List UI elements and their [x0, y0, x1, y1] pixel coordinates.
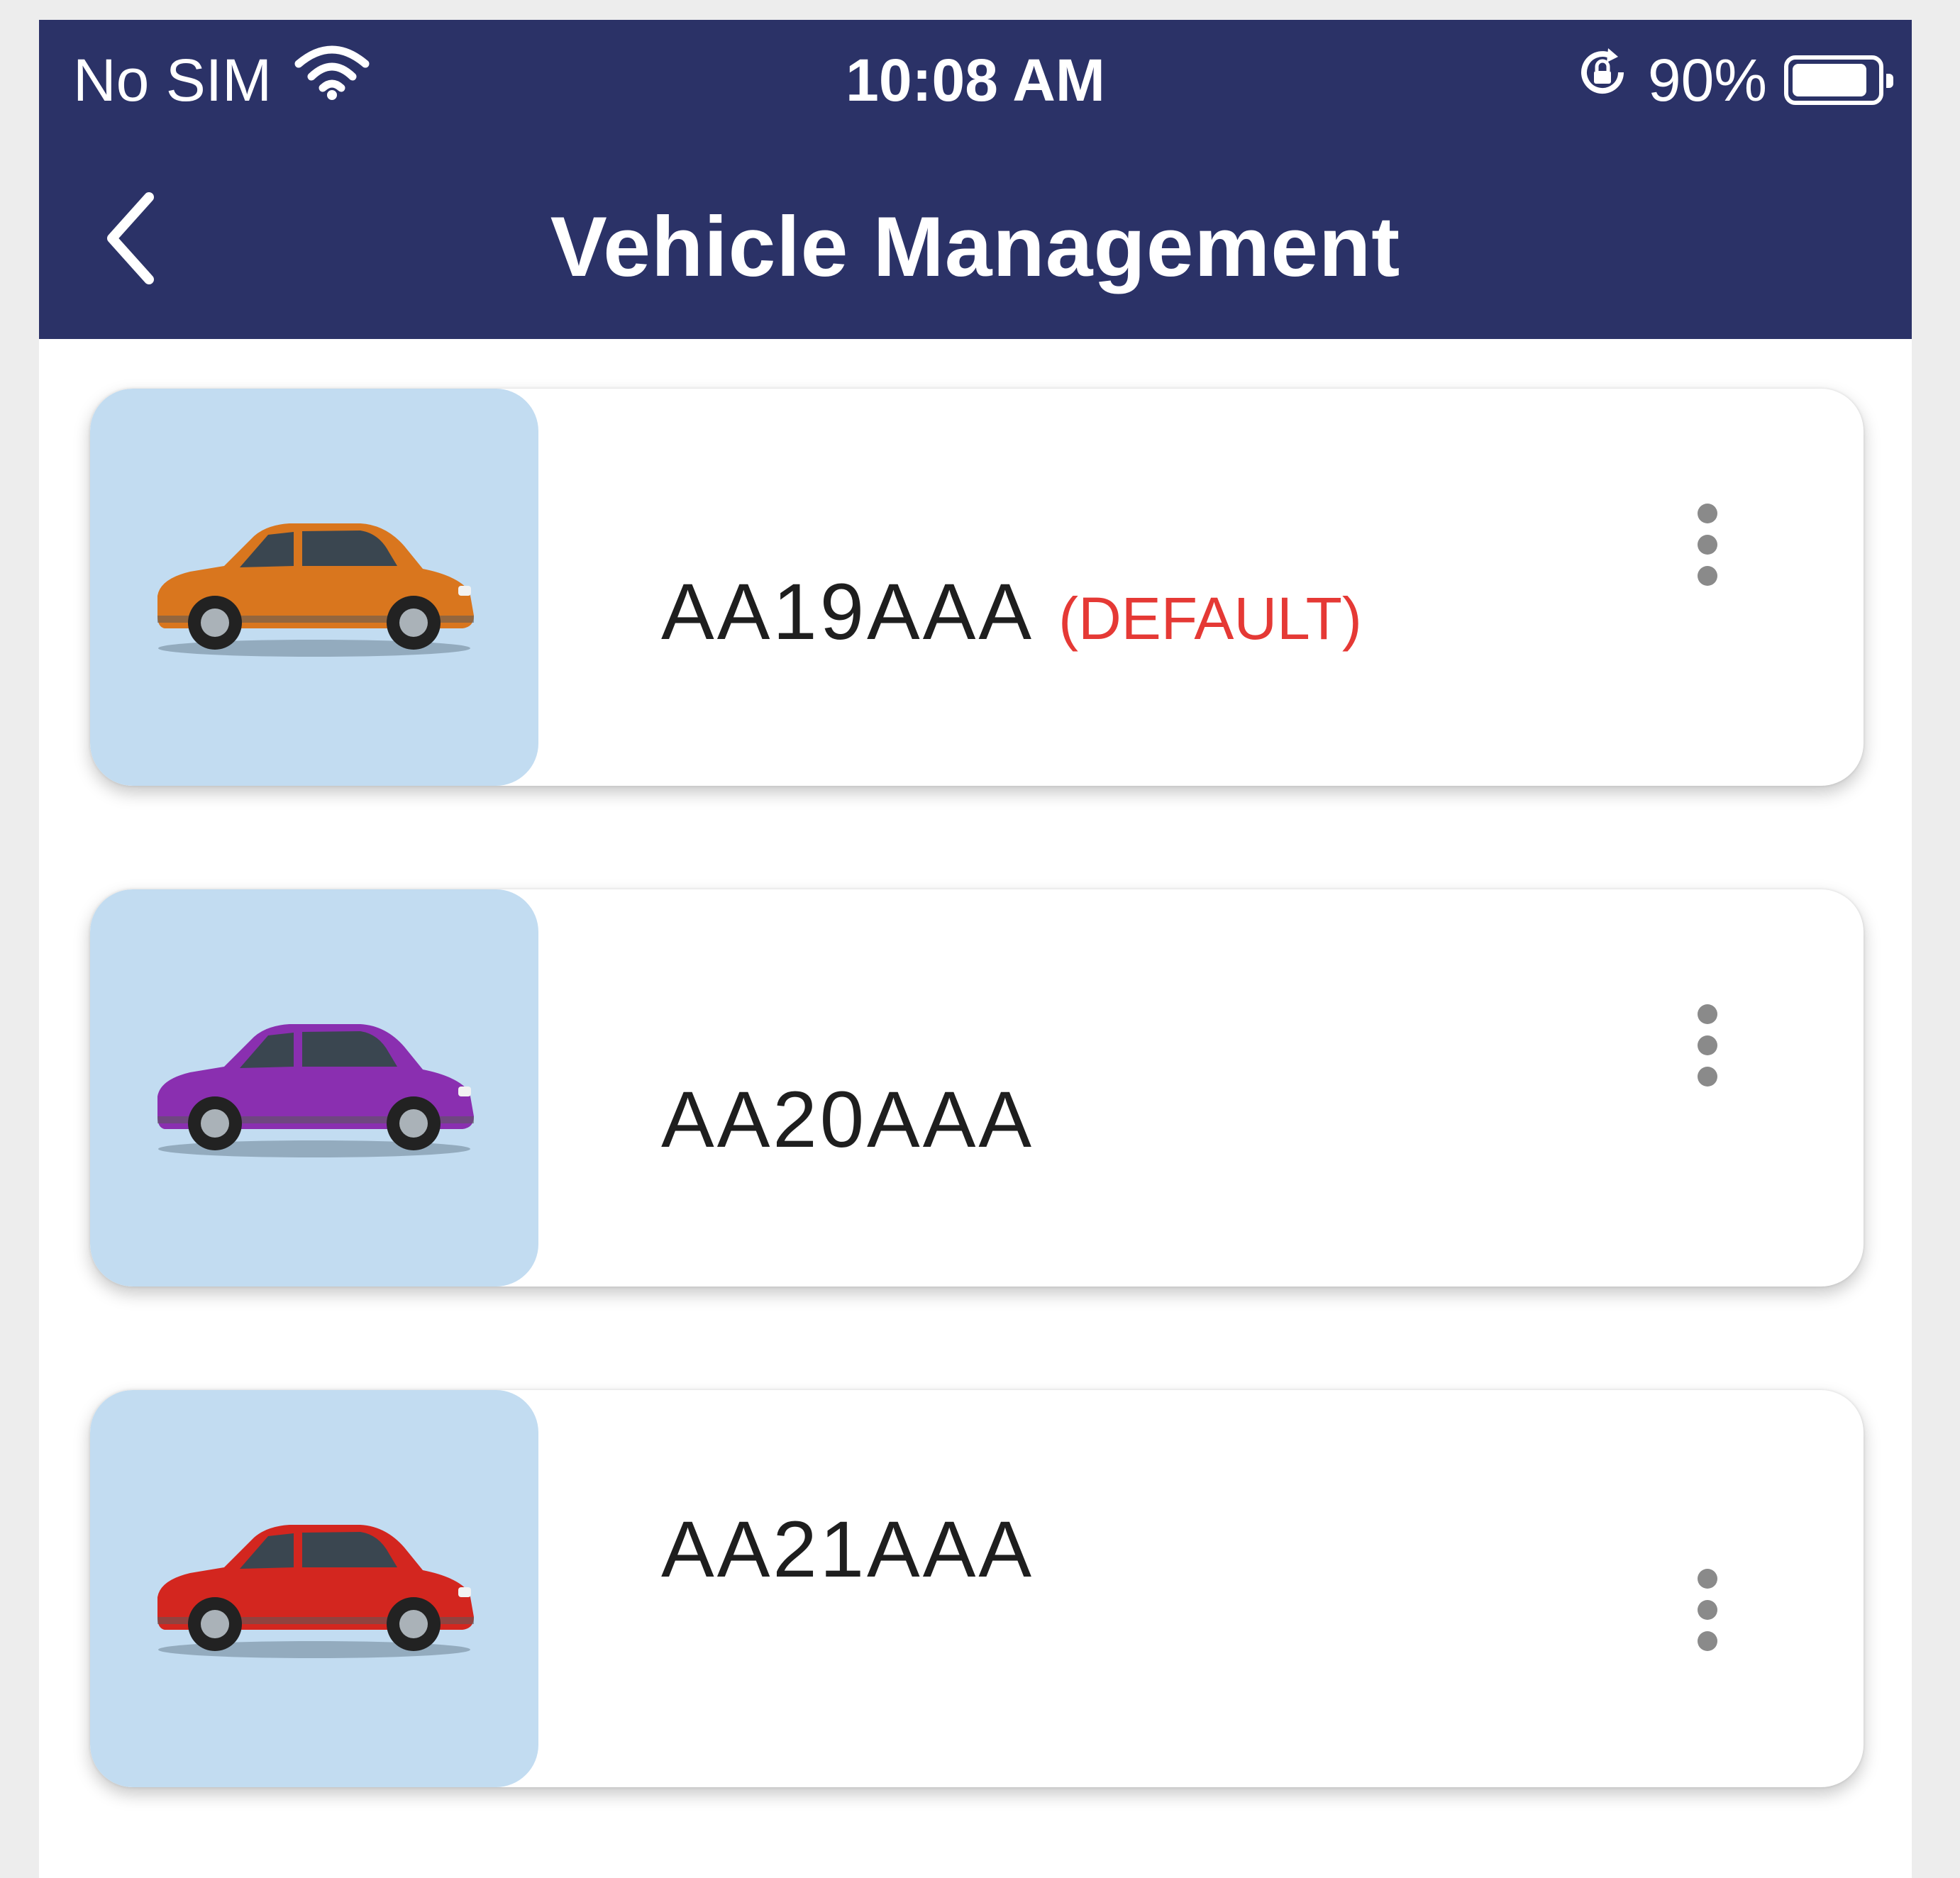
plate-row: AA21AAA: [661, 1504, 1034, 1595]
license-plate: AA19AAA: [661, 567, 1035, 656]
car-icon: [157, 523, 474, 657]
more-vertical-icon-dot: [1698, 1035, 1717, 1055]
status-bar: No SIM 10:08 AM 90%: [39, 20, 1912, 140]
rotation-lock-icon: [1574, 41, 1631, 119]
default-badge: (DEFAULT): [1058, 585, 1362, 652]
car-icon: [157, 1024, 474, 1157]
navigation-bar: Vehicle Management: [39, 162, 1912, 304]
more-vertical-icon: [1698, 1004, 1717, 1024]
vehicle-card[interactable]: AA20AAA: [90, 889, 1864, 1287]
more-vertical-icon: [1698, 1569, 1717, 1589]
car-icon: [157, 1525, 474, 1658]
more-vertical-icon-dot: [1698, 1631, 1717, 1651]
vehicle-card[interactable]: AA21AAA: [90, 1390, 1864, 1787]
page-title: Vehicle Management: [550, 199, 1401, 294]
plate-row: AA19AAA (DEFAULT): [661, 566, 1362, 657]
more-options-button[interactable]: [1665, 1546, 1750, 1674]
more-options-button[interactable]: [1665, 481, 1750, 609]
app-screen: No SIM 10:08 AM 90% Vehicle Management A…: [39, 20, 1912, 1878]
app-header: No SIM 10:08 AM 90% Vehicle Management: [39, 20, 1912, 339]
battery-percent: 90%: [1647, 47, 1767, 113]
vehicle-thumbnail: [90, 889, 538, 1287]
vehicle-card[interactable]: AA19AAA (DEFAULT): [90, 389, 1864, 786]
more-vertical-icon-dot: [1698, 566, 1717, 586]
battery-tip: [1886, 74, 1893, 88]
more-vertical-icon-dot: [1698, 1600, 1717, 1620]
plate-row: AA20AAA: [661, 1074, 1034, 1165]
vehicle-list: AA19AAA (DEFAULT) AA20AAA AA21AAA: [90, 389, 1864, 1878]
more-vertical-icon-dot: [1698, 1067, 1717, 1087]
battery-icon: [1784, 55, 1893, 105]
more-options-button[interactable]: [1665, 982, 1750, 1109]
vehicle-thumbnail: [90, 1390, 538, 1787]
status-right: 90%: [1574, 41, 1893, 119]
license-plate: AA20AAA: [661, 1075, 1035, 1164]
license-plate: AA21AAA: [661, 1505, 1035, 1594]
more-vertical-icon-dot: [1698, 535, 1717, 555]
battery-level-fill: [1793, 64, 1866, 96]
more-vertical-icon: [1698, 504, 1717, 523]
vehicle-thumbnail: [90, 389, 538, 786]
